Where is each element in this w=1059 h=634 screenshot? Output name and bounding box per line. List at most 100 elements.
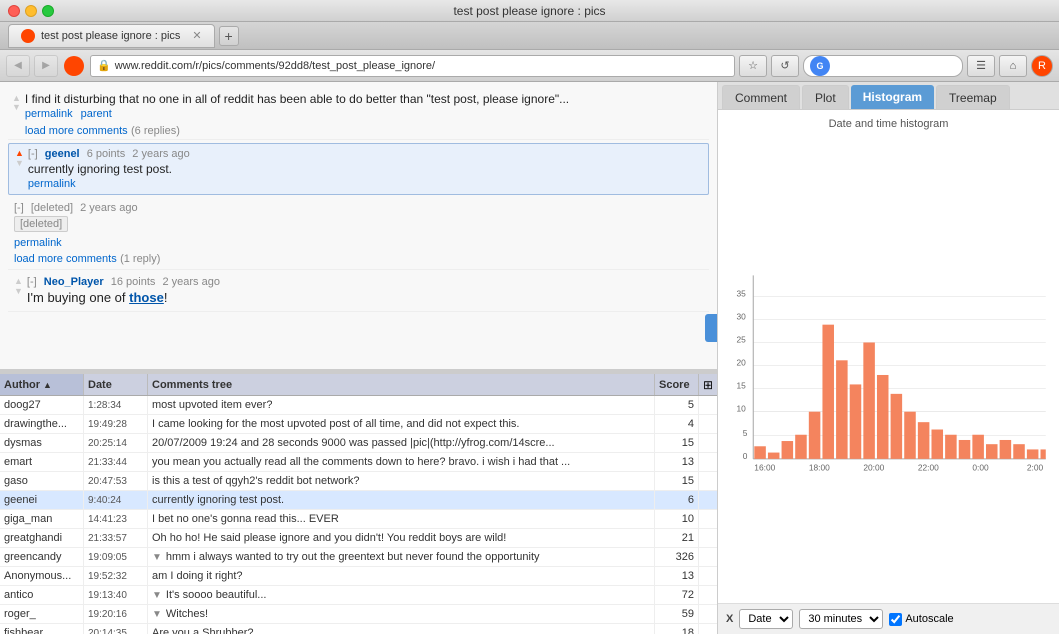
cell-expand	[699, 548, 717, 566]
comment-time-4: 2 years ago	[162, 276, 219, 288]
comment-author-2[interactable]: geenel	[45, 148, 80, 160]
x-label: X	[726, 613, 733, 625]
cell-author: dysmas	[0, 434, 84, 452]
comment-author-neo[interactable]: Neo_Player	[44, 276, 104, 288]
blue-handle[interactable]	[705, 314, 717, 342]
col-header-author[interactable]: Author▲	[0, 374, 84, 395]
bookmark-button[interactable]: ☆	[739, 55, 767, 77]
tab-comment[interactable]: Comment	[722, 85, 800, 109]
tab-plot[interactable]: Plot	[802, 85, 849, 109]
svg-text:5: 5	[743, 428, 748, 438]
vote-arrows-1[interactable]: ▲ ▼	[12, 94, 21, 112]
cell-date: 20:47:53	[84, 472, 148, 490]
url-bar[interactable]: 🔒 www.reddit.com/r/pics/comments/92dd8/t…	[90, 55, 735, 77]
cell-expand	[699, 415, 717, 433]
table-row[interactable]: geenei 9:40:24 currently ignoring test p…	[0, 491, 717, 510]
comment-time-2: 2 years ago	[132, 148, 189, 160]
interval-select[interactable]: 30 minutes	[799, 609, 883, 629]
cell-expand	[699, 453, 717, 471]
cell-score: 21	[655, 529, 699, 547]
right-panel: Comment Plot Histogram Treemap Date and …	[718, 82, 1059, 634]
cell-date: 19:13:40	[84, 586, 148, 604]
reddit-ext-button[interactable]: R	[1031, 55, 1053, 77]
search-bar[interactable]: G	[803, 55, 963, 77]
table-row[interactable]: giga_man 14:41:23 I bet no one's gonna r…	[0, 510, 717, 529]
cell-score: 13	[655, 567, 699, 585]
url-text: www.reddit.com/r/pics/comments/92dd8/tes…	[115, 60, 435, 72]
svg-text:0: 0	[743, 451, 748, 461]
table-row[interactable]: emart 21:33:44 you mean you actually rea…	[0, 453, 717, 472]
cell-score: 5	[655, 396, 699, 414]
table-body: doog27 1:28:34 most upvoted item ever? 5…	[0, 396, 717, 634]
cell-author: emart	[0, 453, 84, 471]
minimize-button[interactable]	[25, 5, 37, 17]
comment-block-2: ▲ ▼ [-] geenel 6 points 2 years ago curr…	[8, 143, 709, 195]
load-more-count-1: (6 replies)	[131, 125, 180, 137]
permalink-link-2[interactable]: permalink	[28, 178, 76, 190]
autoscale-label[interactable]: Autoscale	[889, 613, 953, 626]
table-row[interactable]: gaso 20:47:53 is this a test of qgyh2's …	[0, 472, 717, 491]
load-more-1[interactable]: load more comments	[25, 125, 128, 137]
comment-expand-2[interactable]: [-]	[28, 148, 38, 160]
forward-button[interactable]: ▶	[34, 55, 58, 77]
menu-button[interactable]: ☰	[967, 55, 995, 77]
window-title: test post please ignore : pics	[453, 4, 605, 18]
col-header-expand[interactable]: ⊞	[699, 374, 717, 395]
col-header-score[interactable]: Score	[655, 374, 699, 395]
those-link[interactable]: those	[129, 290, 164, 305]
cell-author: greencandy	[0, 548, 84, 566]
comment-expand-3[interactable]: [-]	[14, 202, 24, 214]
tab-label: test post please ignore : pics	[41, 30, 180, 42]
table-row[interactable]: dysmas 20:25:14 20/07/2009 19:24 and 28 …	[0, 434, 717, 453]
tab-treemap[interactable]: Treemap	[936, 85, 1010, 109]
col-header-date[interactable]: Date	[84, 374, 148, 395]
cell-expand	[699, 624, 717, 634]
x-axis-select[interactable]: Date	[739, 609, 793, 629]
cell-comment: ▼ hmm i always wanted to try out the gre…	[148, 548, 655, 566]
traffic-lights[interactable]	[8, 5, 54, 17]
autoscale-checkbox[interactable]	[889, 613, 902, 626]
tab-close-icon[interactable]: ✕	[192, 29, 201, 42]
chart-title: Date and time histogram	[726, 118, 1051, 130]
maximize-button[interactable]	[42, 5, 54, 17]
cell-score: 6	[655, 491, 699, 509]
vote-arrows-2[interactable]: ▲ ▼	[15, 148, 24, 168]
table-row[interactable]: greatghandi 21:33:57 Oh ho ho! He said p…	[0, 529, 717, 548]
svg-text:15: 15	[736, 381, 746, 391]
permalink-link-3[interactable]: permalink	[14, 237, 62, 249]
table-row[interactable]: doog27 1:28:34 most upvoted item ever? 5	[0, 396, 717, 415]
cell-score: 15	[655, 472, 699, 490]
close-button[interactable]	[8, 5, 20, 17]
cell-date: 19:20:16	[84, 605, 148, 623]
table-row[interactable]: roger_ 19:20:16 ▼ Witches! 59	[0, 605, 717, 624]
cell-comment: most upvoted item ever?	[148, 396, 655, 414]
table-row[interactable]: antico 19:13:40 ▼ It's soooo beautiful..…	[0, 586, 717, 605]
comment-expand-4[interactable]: [-]	[27, 276, 37, 288]
tab-histogram[interactable]: Histogram	[851, 85, 934, 109]
table-row[interactable]: Anonymous... 19:52:32 am I doing it righ…	[0, 567, 717, 586]
cell-comment: I bet no one's gonna read this... EVER	[148, 510, 655, 528]
active-tab[interactable]: test post please ignore : pics ✕	[8, 24, 215, 48]
cell-comment: Oh ho ho! He said please ignore and you …	[148, 529, 655, 547]
reload-button[interactable]: ↺	[771, 55, 799, 77]
cell-author: gaso	[0, 472, 84, 490]
svg-text:0:00: 0:00	[972, 462, 989, 472]
search-input[interactable]	[834, 60, 934, 72]
col-header-comments[interactable]: Comments tree	[148, 374, 655, 395]
table-row[interactable]: fishbear 20:14:35 Are you a Shrubber? 18	[0, 624, 717, 634]
comment-author-3[interactable]: [deleted]	[31, 202, 73, 214]
table-row[interactable]: greencandy 19:09:05 ▼ hmm i always wante…	[0, 548, 717, 567]
back-button[interactable]: ◀	[6, 55, 30, 77]
new-tab-button[interactable]: +	[219, 26, 239, 46]
table-row[interactable]: drawingthe... 19:49:28 I came looking fo…	[0, 415, 717, 434]
parent-link-1[interactable]: parent	[81, 108, 112, 120]
cell-expand	[699, 434, 717, 452]
table-panel: Author▲ Date Comments tree Score ⊞ doog2…	[0, 374, 717, 634]
comments-section[interactable]: ▲ ▼ I find it disturbing that no one in …	[0, 82, 717, 369]
home-button[interactable]: ⌂	[999, 55, 1027, 77]
cell-author: antico	[0, 586, 84, 604]
load-more-3[interactable]: load more comments	[14, 253, 117, 265]
cell-comment: am I doing it right?	[148, 567, 655, 585]
permalink-link-1[interactable]: permalink	[25, 108, 73, 120]
vote-arrows-4[interactable]: ▲ ▼	[14, 276, 23, 296]
